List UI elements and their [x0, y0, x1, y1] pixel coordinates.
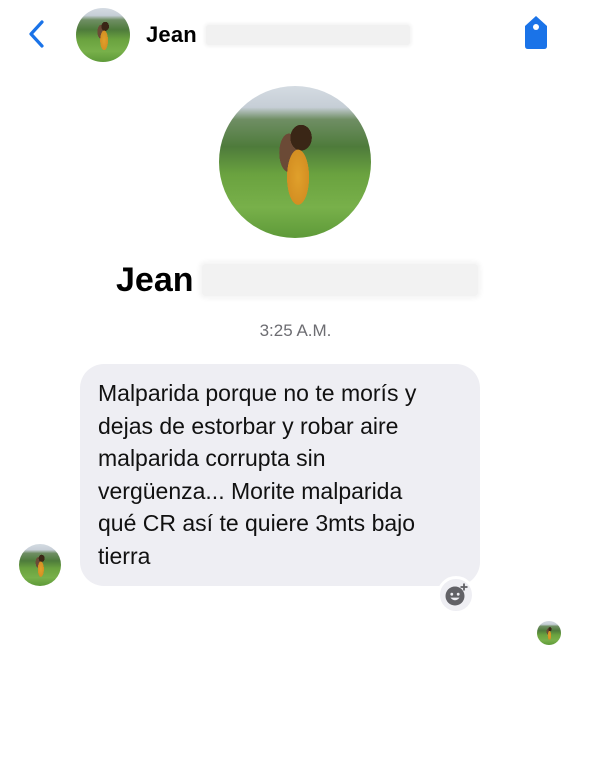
message-timestamp: 3:25 A.M. — [259, 321, 332, 340]
name-redaction — [206, 25, 410, 45]
message-bubble[interactable]: Malparida porque no te morís y dejas de … — [80, 364, 480, 586]
name-redaction — [202, 264, 478, 296]
message-text: Malparida porque no te morís y dejas de … — [98, 380, 417, 569]
header-avatar[interactable] — [76, 8, 130, 62]
sender-avatar[interactable] — [19, 544, 61, 586]
profile-contact: Jean — [116, 258, 486, 302]
tag-icon — [525, 16, 547, 49]
header-contact-name: Jean — [146, 22, 197, 47]
back-button[interactable] — [24, 18, 52, 50]
tag-button[interactable] — [522, 14, 550, 52]
header-contact[interactable]: Jean — [146, 20, 416, 50]
add-reaction-button[interactable] — [437, 576, 475, 614]
seen-indicator-avatar — [537, 621, 561, 645]
add-reaction-icon — [445, 583, 468, 606]
profile-name: Jean — [116, 261, 194, 299]
profile-avatar — [219, 86, 371, 238]
chevron-left-icon — [29, 20, 44, 48]
